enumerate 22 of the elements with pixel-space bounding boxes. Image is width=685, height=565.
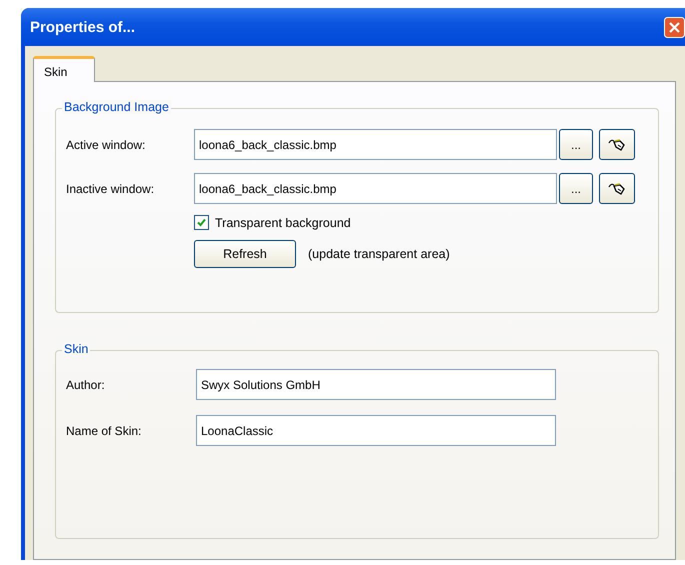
browse-button[interactable]: ... bbox=[559, 129, 593, 160]
hint-text: (update transparent area) bbox=[308, 247, 450, 261]
tab[interactable]: Skin bbox=[33, 56, 95, 82]
field-label: Active window: bbox=[66, 138, 146, 152]
pick-button[interactable] bbox=[599, 129, 635, 160]
field-label: Author: bbox=[66, 378, 106, 392]
pick-button[interactable] bbox=[599, 173, 635, 204]
file-field[interactable]: loona6_back_classic.bmp bbox=[194, 173, 557, 204]
check-mark-icon bbox=[196, 217, 207, 228]
browse-button[interactable]: ... bbox=[559, 173, 593, 204]
field-label: Name of Skin: bbox=[66, 424, 142, 438]
text-field[interactable]: Swyx Solutions GmbH bbox=[196, 369, 556, 400]
close-icon[interactable] bbox=[664, 16, 685, 38]
window-title: Properties of... bbox=[30, 18, 136, 36]
file-field[interactable]: loona6_back_classic.bmp bbox=[194, 129, 557, 160]
group-legend: Background Image bbox=[62, 100, 171, 114]
group-legend: Skin bbox=[62, 342, 90, 356]
text-field[interactable]: LoonaClassic bbox=[196, 415, 556, 446]
refresh-button[interactable]: Refresh bbox=[194, 240, 296, 268]
checkbox-label: Transparent background bbox=[215, 216, 351, 230]
field-label: Inactive window: bbox=[66, 182, 156, 196]
checkbox[interactable] bbox=[194, 215, 209, 230]
